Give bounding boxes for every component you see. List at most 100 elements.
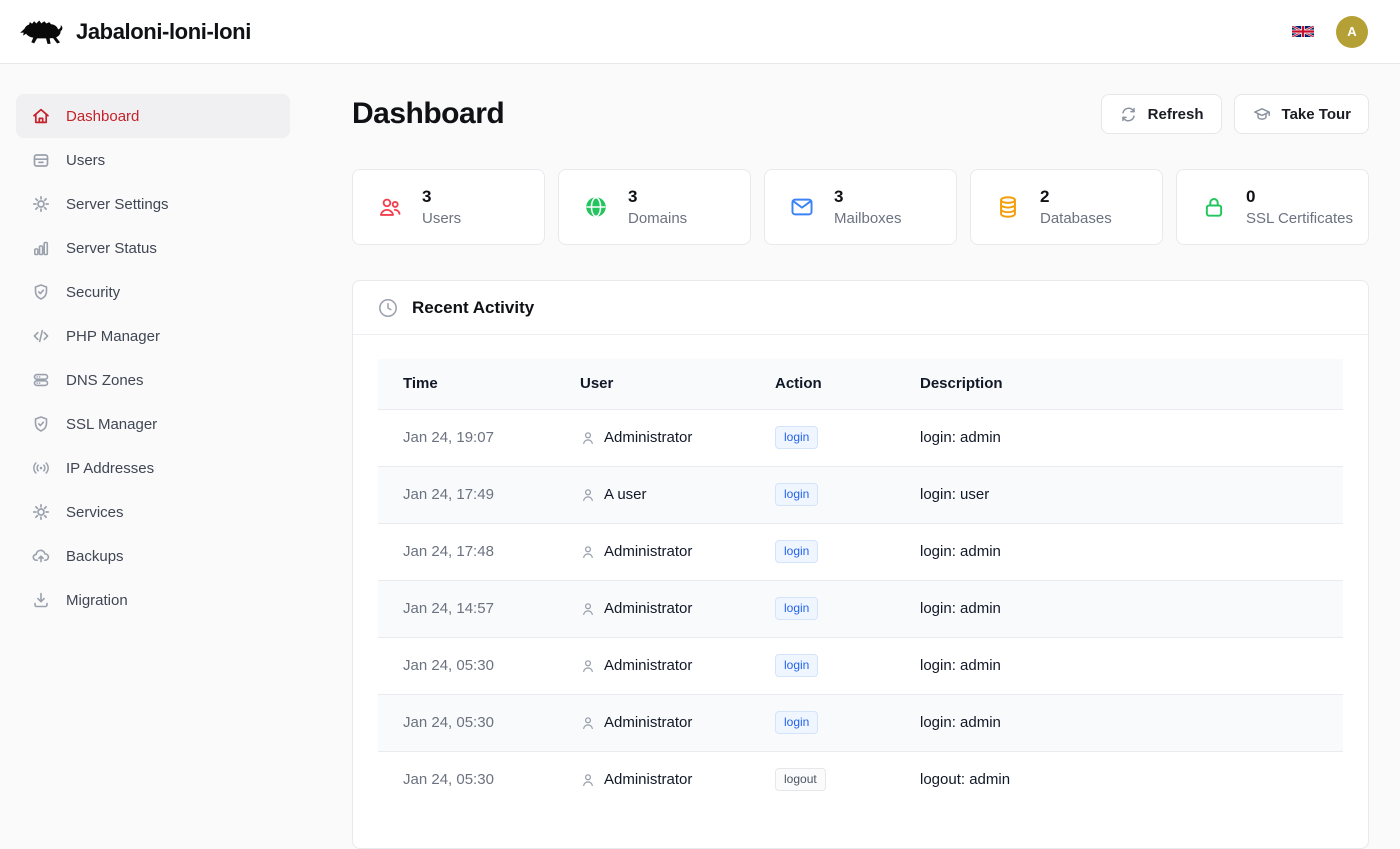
sidebar-item-dashboard[interactable]: Dashboard (16, 94, 290, 138)
shield-check-icon (31, 414, 51, 434)
users-icon (377, 194, 403, 220)
uk-flag-icon[interactable] (1292, 24, 1314, 39)
refresh-icon (1119, 105, 1138, 124)
sidebar-item-dns-zones[interactable]: DNS Zones (16, 358, 290, 402)
stat-card-mailboxes: 3 Mailboxes (764, 169, 957, 245)
avatar[interactable]: A (1336, 16, 1368, 48)
drawer-icon (31, 150, 51, 170)
user-cell: Administrator (604, 771, 692, 788)
column-header-description: Description (895, 359, 1343, 409)
main-content: Dashboard Refresh (305, 64, 1400, 849)
sidebar-item-label: Migration (66, 592, 128, 609)
time-cell: Jan 24, 19:07 (378, 409, 555, 466)
action-badge: logout (775, 768, 826, 791)
person-icon (580, 601, 596, 617)
person-icon (580, 772, 596, 788)
table-row: Jan 24, 05:30 Administrator login login:… (378, 694, 1343, 751)
sidebar-item-migration[interactable]: Migration (16, 578, 290, 622)
description-cell: logout: admin (895, 751, 1343, 808)
sidebar-item-label: Server Status (66, 240, 157, 257)
user-cell: Administrator (604, 657, 692, 674)
sidebar-item-server-settings[interactable]: Server Settings (16, 182, 290, 226)
page-title: Dashboard (352, 97, 504, 131)
table-row: Jan 24, 19:07 Administrator login login:… (378, 409, 1343, 466)
download-icon (31, 590, 51, 610)
sidebar-item-label: Services (66, 504, 124, 521)
recent-activity-title: Recent Activity (412, 298, 534, 318)
sidebar-item-label: IP Addresses (66, 460, 154, 477)
take-tour-button[interactable]: Take Tour (1234, 94, 1369, 134)
globe-icon (583, 194, 609, 220)
sidebar-item-security[interactable]: Security (16, 270, 290, 314)
shield-check-icon (31, 282, 51, 302)
lock-icon (1201, 194, 1227, 220)
database-icon (995, 194, 1021, 220)
time-cell: Jan 24, 17:48 (378, 523, 555, 580)
sidebar-item-label: Security (66, 284, 120, 301)
sidebar-item-label: Server Settings (66, 196, 169, 213)
column-header-user: User (555, 359, 750, 409)
boar-icon (18, 14, 64, 50)
sidebar-item-label: SSL Manager (66, 416, 157, 433)
sidebar: Dashboard Users Server Settings (0, 64, 305, 849)
stat-label: Users (422, 210, 461, 227)
table-row: Jan 24, 05:30 Administrator login login:… (378, 637, 1343, 694)
user-cell: Administrator (604, 543, 692, 560)
sidebar-item-services[interactable]: Services (16, 490, 290, 534)
brand[interactable]: Jabaloni-loni-loni (16, 14, 251, 50)
time-cell: Jan 24, 17:49 (378, 466, 555, 523)
bar-chart-icon (31, 238, 51, 258)
person-icon (580, 430, 596, 446)
person-icon (580, 658, 596, 674)
cloud-upload-icon (31, 546, 51, 566)
description-cell: login: admin (895, 637, 1343, 694)
home-icon (31, 106, 51, 126)
column-header-action: Action (750, 359, 895, 409)
refresh-button-label: Refresh (1148, 106, 1204, 123)
gear-icon (31, 502, 51, 522)
server-stack-icon (31, 370, 51, 390)
stat-cards: 3 Users 3 Domains (352, 169, 1369, 245)
clock-icon (377, 297, 399, 319)
action-badge: login (775, 540, 818, 563)
stat-label: SSL Certificates (1246, 210, 1353, 227)
sidebar-item-ssl-manager[interactable]: SSL Manager (16, 402, 290, 446)
stat-card-users: 3 Users (352, 169, 545, 245)
sidebar-item-users[interactable]: Users (16, 138, 290, 182)
table-row: Jan 24, 05:30 Administrator logout logou… (378, 751, 1343, 808)
take-tour-button-label: Take Tour (1282, 106, 1351, 123)
sidebar-item-ip-addresses[interactable]: IP Addresses (16, 446, 290, 490)
stat-card-databases: 2 Databases (970, 169, 1163, 245)
stat-card-domains: 3 Domains (558, 169, 751, 245)
stat-value: 0 (1246, 187, 1353, 207)
refresh-button[interactable]: Refresh (1101, 94, 1222, 134)
description-cell: login: admin (895, 694, 1343, 751)
sidebar-item-label: Backups (66, 548, 124, 565)
user-cell: Administrator (604, 429, 692, 446)
sidebar-item-label: PHP Manager (66, 328, 160, 345)
stat-value: 2 (1040, 187, 1112, 207)
table-row: Jan 24, 17:49 A user login login: user (378, 466, 1343, 523)
person-icon (580, 715, 596, 731)
topbar: Jabaloni-loni-loni A (0, 0, 1400, 64)
graduation-cap-icon (1252, 104, 1272, 124)
action-badge: login (775, 711, 818, 734)
app-title: Jabaloni-loni-loni (76, 19, 251, 45)
time-cell: Jan 24, 05:30 (378, 637, 555, 694)
action-badge: login (775, 654, 818, 677)
sidebar-item-label: Dashboard (66, 108, 139, 125)
person-icon (580, 487, 596, 503)
description-cell: login: admin (895, 580, 1343, 637)
time-cell: Jan 24, 14:57 (378, 580, 555, 637)
table-header-row: Time User Action Description (378, 359, 1343, 409)
sidebar-item-server-status[interactable]: Server Status (16, 226, 290, 270)
sidebar-item-php-manager[interactable]: PHP Manager (16, 314, 290, 358)
activity-table: Time User Action Description Jan 24, 19:… (378, 359, 1343, 808)
user-cell: Administrator (604, 600, 692, 617)
mail-icon (789, 194, 815, 220)
sidebar-item-backups[interactable]: Backups (16, 534, 290, 578)
stat-label: Mailboxes (834, 210, 902, 227)
code-icon (31, 326, 51, 346)
action-badge: login (775, 483, 818, 506)
action-badge: login (775, 597, 818, 620)
